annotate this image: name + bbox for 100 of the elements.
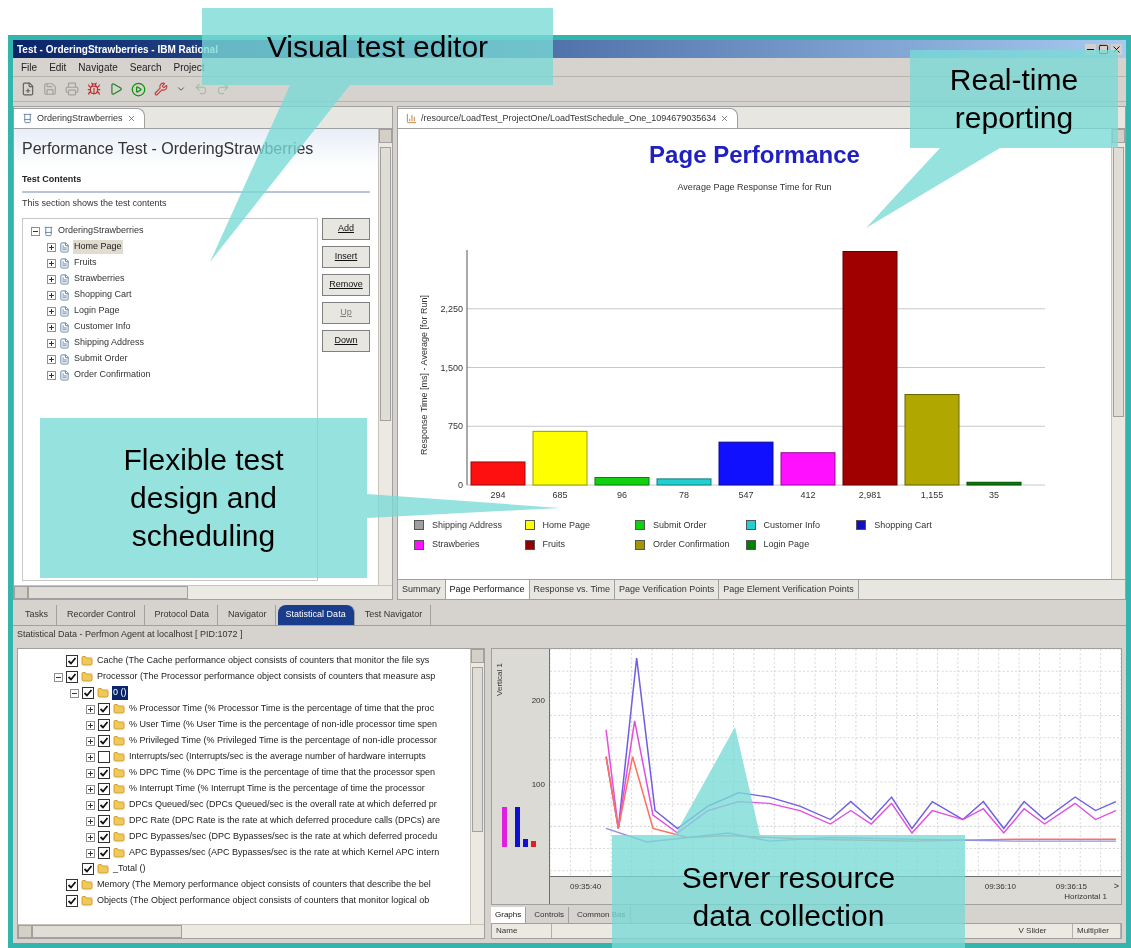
report-tab[interactable]: Response vs. Time [529, 580, 616, 599]
checkbox[interactable] [98, 815, 110, 827]
expand-icon[interactable] [47, 290, 56, 300]
editor-button[interactable]: Insert [322, 246, 370, 268]
tree-item[interactable]: Login Page [73, 304, 121, 318]
counter-label[interactable]: Objects (The Object performance object consists of counters that monitor logical ob [96, 894, 431, 908]
expand-icon[interactable] [86, 704, 95, 714]
counter-label[interactable]: _Total () [112, 862, 147, 876]
checkbox[interactable] [98, 751, 110, 763]
editor-button[interactable]: Down [322, 330, 370, 352]
expand-icon[interactable] [86, 752, 95, 762]
tree-item[interactable]: Shopping Cart [73, 288, 133, 302]
tree-item[interactable]: Customer Info [73, 320, 132, 334]
report-tab[interactable]: Page Verification Points [615, 580, 720, 599]
bug-icon[interactable] [87, 82, 101, 96]
checkbox[interactable] [98, 831, 110, 843]
scrollbar[interactable] [1111, 129, 1125, 579]
collapse-icon[interactable] [54, 672, 63, 682]
dropdown-icon[interactable] [176, 84, 186, 94]
counter-label[interactable]: Interrupts/sec (Interrupts/sec is the average number of hardware interrupts [128, 750, 427, 764]
expand-icon[interactable] [86, 848, 95, 858]
view-tab[interactable]: Navigator [220, 605, 276, 625]
expand-icon[interactable] [86, 784, 95, 794]
menu-item[interactable]: Project [173, 59, 205, 75]
counter-label[interactable]: APC Bypasses/sec (APC Bypasses/sec is the rate at which Kernel APC intern [128, 846, 441, 860]
expand-icon[interactable] [47, 258, 56, 268]
expand-icon[interactable] [86, 832, 95, 842]
report-tab[interactable]: Page Performance [445, 580, 530, 599]
menu-item[interactable]: Search [129, 59, 162, 75]
play-icon[interactable] [109, 82, 123, 96]
checkbox[interactable] [66, 895, 78, 907]
collapse-icon[interactable] [70, 688, 79, 698]
checkbox[interactable] [98, 847, 110, 859]
wrench-icon[interactable] [154, 82, 168, 96]
tree-item[interactable]: Strawberries [73, 272, 126, 286]
report-tab[interactable]: Page Element Verification Points [719, 580, 859, 599]
editor-tab[interactable]: OrderingStrawberries [14, 108, 145, 128]
checkbox[interactable] [98, 703, 110, 715]
tree-item[interactable]: Home Page [73, 240, 123, 254]
expand-icon[interactable] [86, 720, 95, 730]
checkbox[interactable] [98, 767, 110, 779]
editor-button[interactable]: Add [322, 218, 370, 240]
column-header[interactable]: Name [492, 924, 552, 938]
checkbox[interactable] [98, 783, 110, 795]
checkbox[interactable] [66, 671, 78, 683]
counter-label[interactable]: 0 () [112, 686, 128, 700]
view-tab[interactable]: Tasks [17, 605, 57, 625]
expand-icon[interactable] [47, 242, 56, 252]
tree-item[interactable]: OrderingStrawberries [57, 224, 145, 238]
counter-label[interactable]: % DPC Time (% DPC Time is the percentage of time that the processor spen [128, 766, 437, 780]
expand-icon[interactable] [47, 306, 56, 316]
editor-tab[interactable]: /resource/LoadTest_ProjectOne/LoadTestSchedule_One_1094679035634 [398, 108, 739, 128]
view-tab[interactable]: Test Navigator [356, 605, 432, 625]
counter-label[interactable]: DPCs Queued/sec (DPCs Queued/sec is the overall rate at which deferred pr [128, 798, 438, 812]
graph-tab[interactable]: Graphs [491, 907, 527, 923]
column-header[interactable]: V Slider [993, 924, 1073, 938]
checkbox[interactable] [82, 863, 94, 875]
counter-label[interactable]: DPC Bypasses/sec (DPC Bypasses/sec is the rate at which deferred procedu [128, 830, 439, 844]
menu-item[interactable]: File [21, 59, 38, 75]
menu-item[interactable]: Edit [49, 59, 67, 75]
checkbox[interactable] [82, 687, 94, 699]
view-tab[interactable]: Statistical Data [277, 605, 355, 625]
counter-label[interactable]: % User Time (% User Time is the percentage of non-idle processor time spen [128, 718, 439, 732]
view-tab[interactable]: Protocol Data [146, 605, 219, 625]
report-tab[interactable]: Summary [398, 580, 446, 599]
expand-icon[interactable] [47, 274, 56, 284]
counter-label[interactable]: % Interrupt Time (% Interrupt Time is the percentage of time the processor [128, 782, 426, 796]
counter-label[interactable]: Processor (The Processor performance object consists of counters that measure asp [96, 670, 437, 684]
scrollbar[interactable] [14, 585, 392, 599]
tree-item[interactable]: Fruits [73, 256, 98, 270]
expand-icon[interactable] [47, 370, 56, 380]
expand-icon[interactable] [86, 768, 95, 778]
expand-icon[interactable] [47, 338, 56, 348]
checkbox[interactable] [98, 799, 110, 811]
new-file-icon[interactable] [21, 82, 35, 96]
run-icon[interactable] [131, 81, 146, 97]
expand-icon[interactable] [47, 354, 56, 364]
view-tab[interactable]: Recorder Control [59, 605, 145, 625]
counter-label[interactable]: Memory (The Memory performance object consists of counters that describe the bel [96, 878, 432, 892]
column-header[interactable]: Multiplier [1073, 924, 1121, 938]
scrollbar[interactable] [378, 129, 392, 585]
checkbox[interactable] [66, 655, 78, 667]
collapse-icon[interactable] [31, 226, 40, 236]
expand-icon[interactable] [86, 816, 95, 826]
checkbox[interactable] [98, 735, 110, 747]
counter-label[interactable]: DPC Rate (DPC Rate is the rate at which deferred procedure calls (DPCs) are [128, 814, 442, 828]
tree-item[interactable]: Order Confirmation [73, 368, 152, 382]
checkbox[interactable] [66, 879, 78, 891]
scroll-arrow[interactable]: > [1113, 880, 1119, 894]
menu-item[interactable]: Navigate [78, 59, 118, 75]
tree-item[interactable]: Submit Order [73, 352, 129, 366]
tree-item[interactable]: Shipping Address [73, 336, 146, 350]
counter-label[interactable]: Cache (The Cache performance object consists of counters that monitor the file sys [96, 654, 431, 668]
editor-button[interactable]: Remove [322, 274, 370, 296]
expand-icon[interactable] [47, 322, 56, 332]
scrollbar[interactable] [18, 924, 484, 938]
expand-icon[interactable] [86, 736, 95, 746]
expand-icon[interactable] [86, 800, 95, 810]
counter-label[interactable]: % Processor Time (% Processor Time is the percentage of time that the proc [128, 702, 436, 716]
scrollbar[interactable] [470, 649, 484, 924]
